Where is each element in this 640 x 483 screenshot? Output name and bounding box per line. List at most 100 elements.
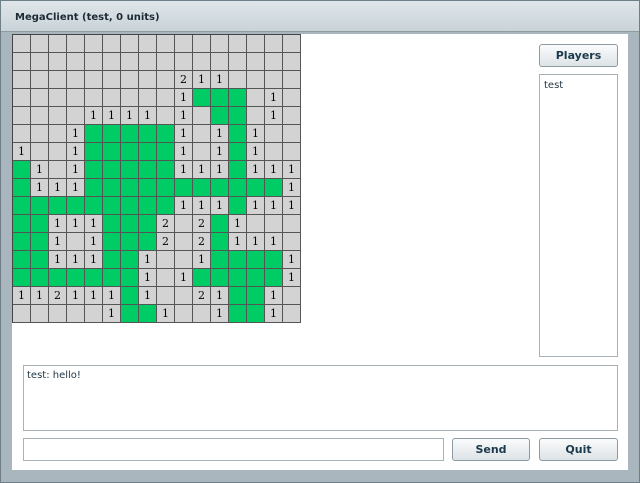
board-cell-open[interactable] [157,287,175,305]
board-cell-open[interactable] [247,89,265,107]
board-cell-unit[interactable] [139,305,157,323]
board-cell-count[interactable]: 1 [211,287,229,305]
board-cell-unit[interactable] [229,89,247,107]
board-cell-open[interactable] [175,287,193,305]
board-cell-count[interactable]: 2 [193,233,211,251]
board-cell-count[interactable]: 1 [67,125,85,143]
chat-input[interactable] [23,438,444,461]
board-cell-unit[interactable] [13,233,31,251]
board-cell-unit[interactable] [67,197,85,215]
board-cell-hidden[interactable] [283,125,301,143]
board-cell-hidden[interactable] [265,71,283,89]
board-cell-unit[interactable] [103,251,121,269]
board-cell-open[interactable] [247,107,265,125]
board-cell-hidden[interactable] [13,305,31,323]
board-cell-unit[interactable] [157,197,175,215]
board-cell-hidden[interactable] [67,89,85,107]
board-cell-count[interactable]: 1 [211,125,229,143]
board-cell-unit[interactable] [13,161,31,179]
board-cell-hidden[interactable] [283,71,301,89]
board-cell-count[interactable]: 1 [175,89,193,107]
board-cell-hidden[interactable] [229,71,247,89]
board-cell-unit[interactable] [121,251,139,269]
board-cell-count[interactable]: 1 [211,161,229,179]
board-cell-count[interactable]: 1 [31,161,49,179]
board-cell-unit[interactable] [211,233,229,251]
board-cell-open[interactable] [157,89,175,107]
board-cell-unit[interactable] [13,269,31,287]
board-cell-hidden[interactable] [283,107,301,125]
board-cell-unit[interactable] [31,233,49,251]
board-cell-count[interactable]: 1 [283,251,301,269]
board-cell-count[interactable]: 1 [175,197,193,215]
board-cell-hidden[interactable] [121,53,139,71]
board-cell-hidden[interactable] [265,125,283,143]
board-cell-hidden[interactable] [49,107,67,125]
board-cell-unit[interactable] [211,251,229,269]
board-cell-count[interactable]: 1 [13,287,31,305]
board-cell-count[interactable]: 1 [175,125,193,143]
board-cell-hidden[interactable] [139,35,157,53]
board-cell-hidden[interactable] [31,35,49,53]
board-cell-hidden[interactable] [103,53,121,71]
board-cell-count[interactable]: 2 [157,233,175,251]
board-cell-count[interactable]: 2 [193,287,211,305]
board-cell-unit[interactable] [229,269,247,287]
board-cell-hidden[interactable] [67,53,85,71]
board-cell-hidden[interactable] [265,35,283,53]
board-cell-hidden[interactable] [157,35,175,53]
board-cell-count[interactable]: 1 [265,161,283,179]
board-cell-unit[interactable] [157,179,175,197]
board-cell-unit[interactable] [211,89,229,107]
board-cell-count[interactable]: 1 [67,179,85,197]
send-button[interactable]: Send [452,438,530,461]
board-cell-unit[interactable] [31,251,49,269]
board-cell-count[interactable]: 1 [139,251,157,269]
board-cell-hidden[interactable] [31,53,49,71]
players-button[interactable]: Players [539,44,618,67]
board-cell-open[interactable] [157,269,175,287]
board-cell-count[interactable]: 1 [103,287,121,305]
board-cell-hidden[interactable] [49,35,67,53]
board-cell-unit[interactable] [121,143,139,161]
board-cell-unit[interactable] [247,287,265,305]
board-cell-count[interactable]: 1 [49,215,67,233]
board-cell-count[interactable]: 1 [85,287,103,305]
board-cell-hidden[interactable] [283,53,301,71]
board-cell-unit[interactable] [121,233,139,251]
board-cell-hidden[interactable] [265,143,283,161]
board-cell-count[interactable]: 1 [67,215,85,233]
board-cell-count[interactable]: 1 [49,179,67,197]
board-cell-hidden[interactable] [229,53,247,71]
board-cell-unit[interactable] [85,197,103,215]
board-cell-count[interactable]: 1 [193,251,211,269]
board-cell-count[interactable]: 1 [211,143,229,161]
board-cell-count[interactable]: 2 [157,215,175,233]
board-cell-hidden[interactable] [247,215,265,233]
board-cell-count[interactable]: 1 [193,71,211,89]
board-cell-count[interactable]: 1 [157,305,175,323]
board-cell-open[interactable] [49,125,67,143]
board-cell-hidden[interactable] [139,53,157,71]
board-cell-unit[interactable] [103,233,121,251]
board-cell-hidden[interactable] [193,35,211,53]
board-cell-count[interactable]: 1 [67,143,85,161]
board-cell-count[interactable]: 1 [229,233,247,251]
board-cell-unit[interactable] [85,179,103,197]
board-cell-count[interactable]: 2 [175,71,193,89]
board-cell-unit[interactable] [121,287,139,305]
board-cell-unit[interactable] [229,107,247,125]
board-cell-count[interactable]: 1 [247,143,265,161]
board-cell-hidden[interactable] [103,89,121,107]
board-cell-hidden[interactable] [49,89,67,107]
board-cell-count[interactable]: 2 [193,215,211,233]
board-cell-hidden[interactable] [139,89,157,107]
board-cell-hidden[interactable] [211,53,229,71]
board-cell-hidden[interactable] [67,35,85,53]
board-cell-unit[interactable] [121,125,139,143]
board-cell-hidden[interactable] [175,53,193,71]
board-cell-hidden[interactable] [139,71,157,89]
board-cell-open[interactable] [175,233,193,251]
board-cell-unit[interactable] [211,179,229,197]
board-cell-unit[interactable] [229,251,247,269]
